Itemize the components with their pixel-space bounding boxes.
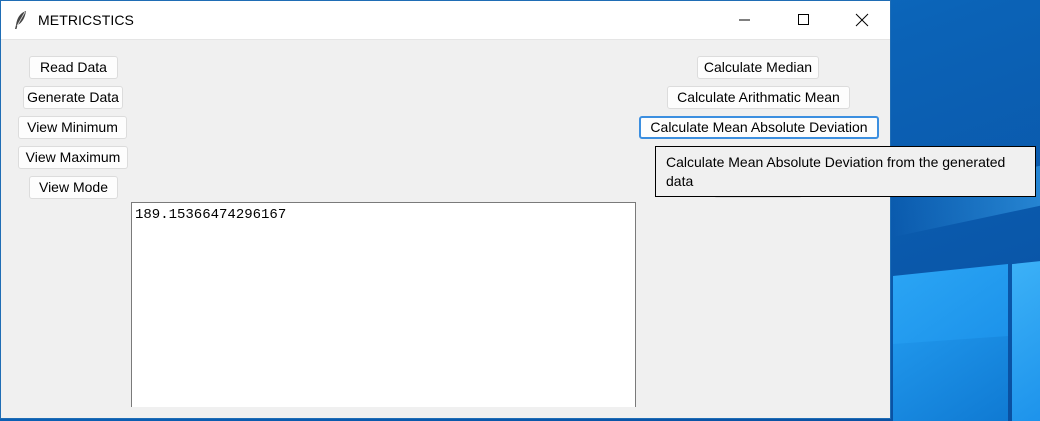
- tooltip: Calculate Mean Absolute Deviation from t…: [655, 146, 1036, 197]
- maximize-button[interactable]: [781, 1, 827, 39]
- minimize-icon: [739, 19, 750, 21]
- app-window: METRICSTICS Read Data Generate Data View…: [0, 0, 891, 419]
- minimize-button[interactable]: [721, 1, 767, 39]
- maximize-icon: [798, 14, 809, 25]
- title-bar[interactable]: METRICSTICS: [1, 1, 890, 40]
- generate-data-button[interactable]: Generate Data: [23, 86, 123, 109]
- wallpaper-pane: [893, 335, 1008, 421]
- feather-icon: [13, 10, 29, 30]
- wallpaper-pane: [1012, 259, 1040, 421]
- calculate-median-button[interactable]: Calculate Median: [697, 56, 819, 79]
- view-minimum-button[interactable]: View Minimum: [18, 116, 127, 139]
- close-icon: [855, 13, 869, 27]
- output-value: 189.15366474296167: [135, 207, 287, 223]
- tooltip-text: Calculate Mean Absolute Deviation from t…: [666, 154, 1006, 189]
- close-button[interactable]: [839, 1, 885, 39]
- read-data-button[interactable]: Read Data: [29, 56, 118, 79]
- view-maximum-button[interactable]: View Maximum: [18, 146, 128, 169]
- window-title: METRICSTICS: [38, 12, 134, 28]
- calculate-mean-absolute-deviation-button[interactable]: Calculate Mean Absolute Deviation: [639, 116, 879, 139]
- output-textbox[interactable]: 189.15366474296167: [131, 202, 636, 407]
- view-mode-button[interactable]: View Mode: [29, 176, 118, 199]
- calculate-arithmetic-mean-button[interactable]: Calculate Arithmatic Mean: [667, 86, 850, 109]
